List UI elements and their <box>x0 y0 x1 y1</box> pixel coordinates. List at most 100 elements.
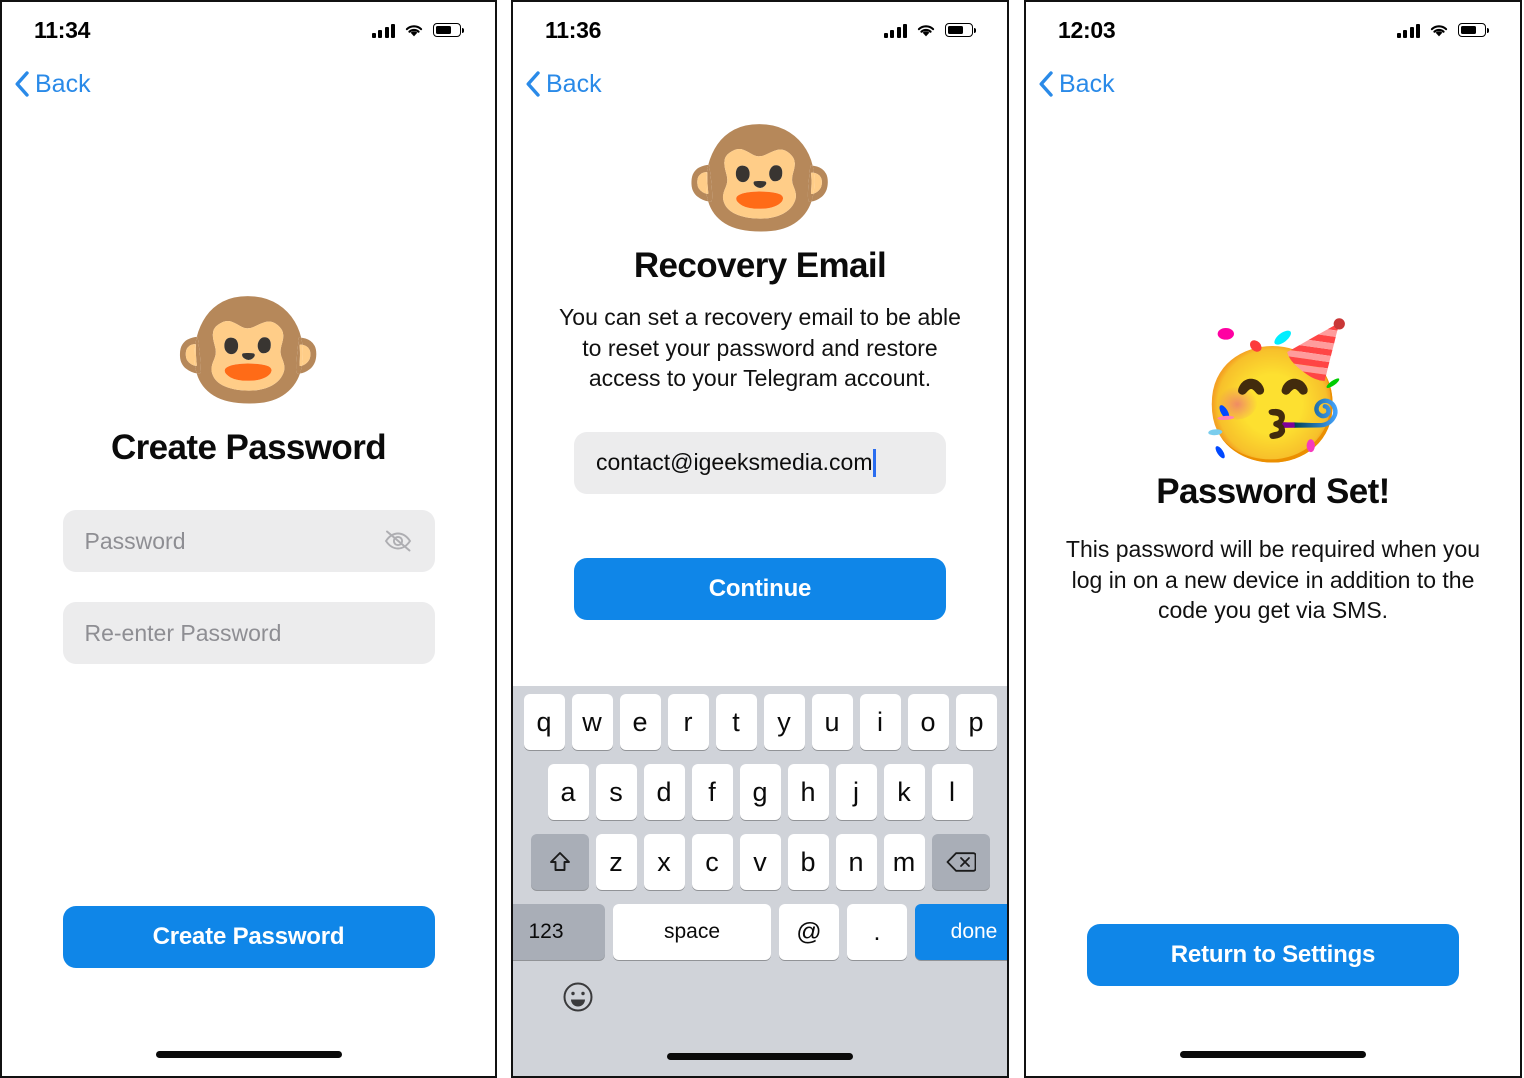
panel-gap <box>497 0 511 1078</box>
key-o[interactable]: o <box>907 694 949 750</box>
continue-button[interactable]: Continue <box>574 557 946 620</box>
text-caret <box>873 448 877 477</box>
back-button[interactable]: Back <box>1038 70 1115 99</box>
key-p[interactable]: p <box>955 694 997 750</box>
nav-bar: Back <box>2 58 495 110</box>
partying-face-emoji: 🥳 <box>1193 320 1353 463</box>
period-key[interactable]: . <box>847 904 907 960</box>
content-password-set: 🥳 Password Set! This password will be re… <box>1026 110 1520 1076</box>
wifi-icon <box>917 24 935 36</box>
create-password-button[interactable]: Create Password <box>62 906 435 968</box>
key-v[interactable]: v <box>739 834 781 890</box>
chevron-left-icon <box>15 71 29 97</box>
key-r[interactable]: r <box>667 694 709 750</box>
cellular-signal-icon <box>883 23 907 38</box>
screen-password-set: 12:03 Back 🥳 Password Set! This password… <box>1026 2 1520 1076</box>
status-bar: 11:36 <box>513 2 1007 58</box>
password-input[interactable]: Password <box>62 510 435 572</box>
key-d[interactable]: d <box>643 764 685 820</box>
key-b[interactable]: b <box>787 834 829 890</box>
keyboard-row-3: z x c v b n m <box>530 834 990 890</box>
phone-panel-recovery-email: 11:36 Back 🐵 Recovery Email You can set … <box>511 0 1009 1078</box>
status-bar: 11:34 <box>2 2 495 58</box>
wifi-icon <box>1430 24 1448 36</box>
key-e[interactable]: e <box>619 694 661 750</box>
back-button[interactable]: Back <box>525 70 602 99</box>
screen-recovery-email: 11:36 Back 🐵 Recovery Email You can set … <box>513 2 1007 1076</box>
back-button[interactable]: Back <box>14 70 91 99</box>
key-q[interactable]: q <box>523 694 565 750</box>
recovery-email-input[interactable]: contact@igeeksmedia.com <box>574 431 946 494</box>
nav-bar: Back <box>513 58 1007 110</box>
page-subtitle: You can set a recovery email to be able … <box>559 304 961 392</box>
three-panel-screenshot: 11:34 Back 🐵 Create Password Password Re… <box>0 0 1524 1078</box>
keyboard-bottom-bar <box>513 974 1007 1076</box>
return-to-settings-button[interactable]: Return to Settings <box>1087 924 1459 986</box>
shift-arrow-icon <box>549 852 570 871</box>
phone-panel-password-set: 12:03 Back 🥳 Password Set! This password… <box>1024 0 1522 1078</box>
back-button-label: Back <box>546 69 602 98</box>
page-title: Password Set! <box>1156 472 1390 511</box>
battery-icon <box>1458 23 1490 37</box>
chevron-left-icon <box>1039 71 1053 97</box>
nav-bar: Back <box>1026 58 1520 110</box>
key-t[interactable]: t <box>715 694 757 750</box>
page-title: Recovery Email <box>633 246 887 285</box>
monkey-face-emoji: 🐵 <box>171 281 326 419</box>
keyboard-row-2: a s d f g h j k l <box>524 764 997 820</box>
monkey-face-emoji: 🐵 <box>682 109 838 247</box>
at-key[interactable]: @ <box>779 904 839 960</box>
space-key[interactable]: space <box>613 904 771 960</box>
key-g[interactable]: g <box>739 764 781 820</box>
screen-create-password: 11:34 Back 🐵 Create Password Password Re… <box>2 2 495 1076</box>
keyboard-row-4: 123 space @ . done <box>513 904 1007 960</box>
key-u[interactable]: u <box>811 694 853 750</box>
page-title: Create Password <box>110 428 387 467</box>
onscreen-keyboard: q w e r t y u i o p a s d f g h j k l z … <box>513 686 1007 1076</box>
status-icons <box>1396 23 1490 38</box>
shift-key[interactable] <box>530 834 589 890</box>
confirm-password-input[interactable]: Re-enter Password <box>62 602 435 664</box>
content-create-password: 🐵 Create Password Password Re-enter Pass… <box>2 110 495 1076</box>
status-time: 12:03 <box>1058 16 1116 43</box>
home-indicator <box>667 1053 853 1060</box>
status-time: 11:36 <box>545 16 602 43</box>
done-key[interactable]: done <box>915 904 1007 960</box>
key-w[interactable]: w <box>571 694 613 750</box>
battery-icon <box>433 23 465 37</box>
key-f[interactable]: f <box>691 764 733 820</box>
key-n[interactable]: n <box>835 834 877 890</box>
eye-slash-icon[interactable] <box>383 529 413 553</box>
numbers-key[interactable]: 123 <box>513 904 605 960</box>
key-z[interactable]: z <box>595 834 637 890</box>
battery-icon <box>945 23 977 37</box>
status-time: 11:34 <box>34 16 91 43</box>
status-icons <box>883 23 977 38</box>
key-k[interactable]: k <box>883 764 925 820</box>
back-button-label: Back <box>1059 69 1115 98</box>
key-l[interactable]: l <box>931 764 973 820</box>
key-i[interactable]: i <box>859 694 901 750</box>
backspace-icon <box>946 852 976 872</box>
key-m[interactable]: m <box>883 834 925 890</box>
confirm-password-input-placeholder: Re-enter Password <box>84 619 282 646</box>
home-indicator <box>155 1051 342 1058</box>
key-y[interactable]: y <box>763 694 805 750</box>
key-h[interactable]: h <box>787 764 829 820</box>
key-c[interactable]: c <box>691 834 733 890</box>
status-icons <box>371 23 465 38</box>
status-bar: 12:03 <box>1026 2 1520 58</box>
password-input-placeholder: Password <box>84 527 186 554</box>
key-x[interactable]: x <box>643 834 685 890</box>
key-a[interactable]: a <box>547 764 589 820</box>
chevron-left-icon <box>526 71 540 97</box>
recovery-email-value: contact@igeeksmedia.com <box>596 449 873 476</box>
key-j[interactable]: j <box>835 764 877 820</box>
emoji-key[interactable] <box>561 980 595 1014</box>
home-indicator <box>1180 1051 1366 1058</box>
keyboard-row-1: q w e r t y u i o p <box>523 694 997 750</box>
wifi-icon <box>405 24 423 36</box>
phone-panel-create-password: 11:34 Back 🐵 Create Password Password Re… <box>0 0 497 1078</box>
delete-key[interactable] <box>931 834 990 890</box>
key-s[interactable]: s <box>595 764 637 820</box>
